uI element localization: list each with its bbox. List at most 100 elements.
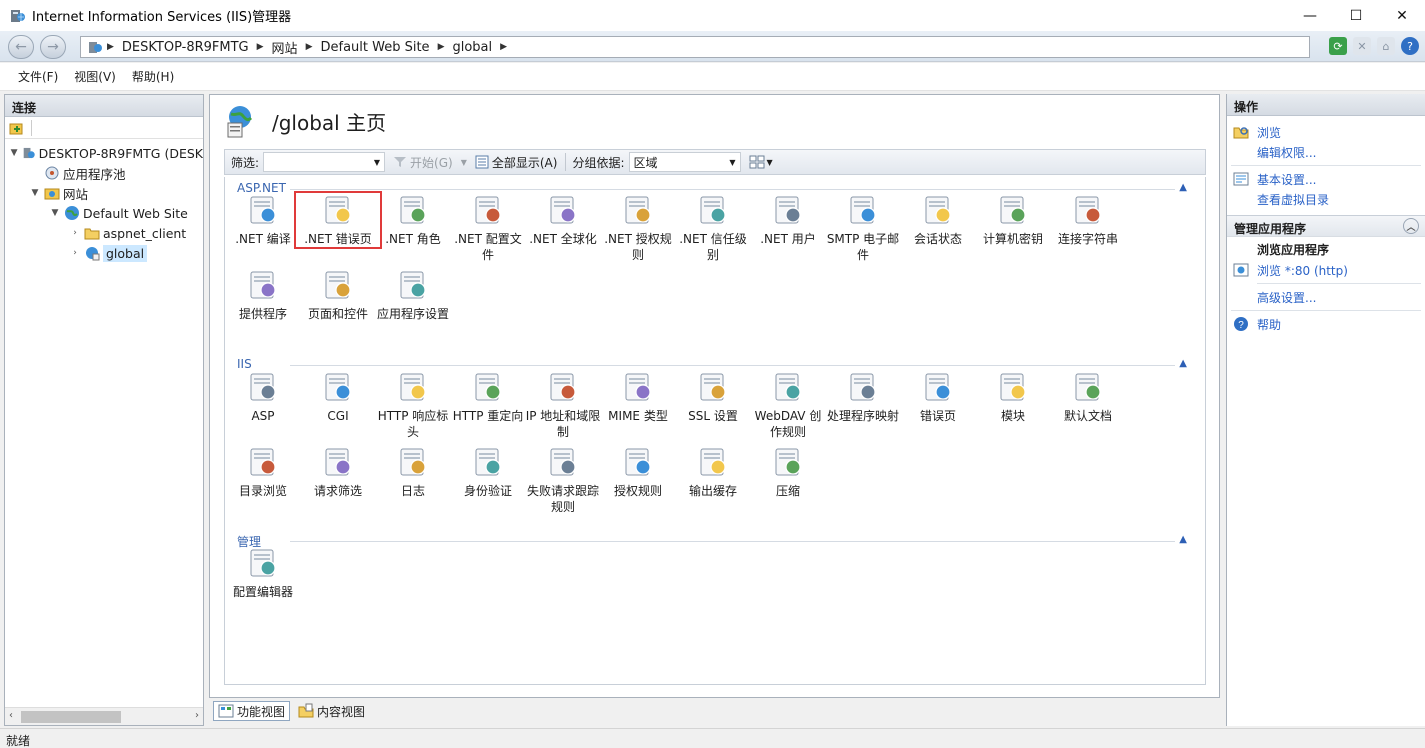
view-virtual-dirs-link[interactable]: 查看虚拟目录 (1227, 189, 1425, 209)
feature-item[interactable]: 错误页 (900, 370, 976, 424)
feature-item[interactable]: 压缩 (750, 445, 826, 499)
filter-toolbar: 筛选: ▼ 开始(G) ▼ 全部显示(A) 分组依据: 区域 ▼ ▼ (224, 149, 1206, 175)
edit-permissions-link[interactable]: 编辑权限... (1227, 142, 1425, 162)
feature-label: 输出缓存 (688, 484, 737, 498)
feature-label: .NET 全球化 (529, 232, 597, 246)
expand-icon[interactable]: ▼ (29, 188, 41, 198)
feature-label: 计算机密钥 (982, 232, 1043, 246)
feature-item[interactable]: HTTP 重定向 (450, 370, 526, 424)
feature-item[interactable]: 授权规则 (600, 445, 676, 499)
breadcrumb[interactable]: ▶ DESKTOP-8R9FMTG ▶ 网站 ▶ Default Web Sit… (80, 36, 1310, 58)
feature-item[interactable]: 计算机密钥 (975, 193, 1051, 247)
feature-item[interactable]: .NET 角色 (375, 193, 451, 247)
feature-item[interactable]: 页面和控件 (300, 268, 376, 322)
scroll-left-icon[interactable]: ‹ (9, 710, 13, 721)
tree-node-server[interactable]: ▼ DESKTOP-8R9FMTG (DESK (5, 143, 203, 163)
feature-item[interactable]: 模块 (975, 370, 1051, 424)
home-icon[interactable]: ⌂ (1377, 37, 1395, 55)
menu-view[interactable]: 视图(V) (66, 68, 124, 85)
feature-item[interactable]: .NET 编译 (225, 193, 301, 247)
feature-item[interactable]: HTTP 响应标头 (375, 370, 451, 440)
feature-item[interactable]: 会话状态 (900, 193, 976, 247)
feature-item[interactable]: 失败请求跟踪规则 (525, 445, 601, 515)
refresh-icon[interactable]: ⟳ (1329, 37, 1347, 55)
menu-file[interactable]: 文件(F) (10, 68, 66, 85)
collapse-group-icon[interactable]: ▲ (1179, 358, 1187, 369)
basic-settings-link[interactable]: 基本设置... (1227, 169, 1425, 189)
help-link[interactable]: ? 帮助 (1227, 314, 1425, 334)
http-headers-icon (400, 373, 426, 401)
scroll-right-icon[interactable]: › (195, 710, 199, 721)
features-view-tab[interactable]: 功能视图 (213, 701, 291, 721)
authentication-icon (475, 448, 501, 476)
feature-item[interactable]: 配置编辑器 (225, 546, 301, 600)
scrollbar-thumb[interactable] (21, 711, 121, 723)
net-users-icon (775, 196, 801, 224)
feature-item[interactable]: WebDAV 创作规则 (750, 370, 826, 440)
browse-port-80-link[interactable]: 浏览 *:80 (http) (1227, 260, 1425, 280)
tree-horizontal-scrollbar[interactable]: ‹ › (5, 707, 203, 725)
feature-label: .NET 授权规则 (604, 232, 672, 262)
feature-item[interactable]: 请求筛选 (300, 445, 376, 499)
collapse-group-icon[interactable]: ▲ (1179, 182, 1187, 193)
expand-icon[interactable]: ▼ (9, 148, 19, 158)
tree-node-global[interactable]: › global (5, 243, 203, 263)
tree-node-default-web-site[interactable]: ▼ Default Web Site (5, 203, 203, 223)
crumb-default-web-site[interactable]: Default Web Site (320, 40, 429, 55)
manage-application-section[interactable]: 管理应用程序 ︿ (1227, 215, 1425, 237)
feature-item[interactable]: 日志 (375, 445, 451, 499)
feature-item[interactable]: 处理程序映射 (825, 370, 901, 424)
feature-item[interactable]: 应用程序设置 (375, 268, 451, 322)
feature-item[interactable]: IP 地址和域限制 (525, 370, 601, 440)
menu-help[interactable]: 帮助(H) (124, 68, 182, 85)
feature-item[interactable]: SMTP 电子邮件 (825, 193, 901, 263)
crumb-server[interactable]: DESKTOP-8R9FMTG (122, 40, 249, 55)
actions-header: 操作 (1227, 94, 1425, 116)
collapse-icon[interactable]: › (69, 228, 81, 238)
feature-item[interactable]: MIME 类型 (600, 370, 676, 424)
minimize-button[interactable]: — (1287, 0, 1333, 31)
tree-node-sites[interactable]: ▼ 网站 (5, 183, 203, 203)
feature-item[interactable]: .NET 信任级别 (675, 193, 751, 263)
group-header-1: IIS (237, 357, 252, 371)
feature-item[interactable]: ASP (225, 370, 301, 424)
tree-node-aspnet-client[interactable]: › aspnet_client (5, 223, 203, 243)
feature-item[interactable]: 输出缓存 (675, 445, 751, 499)
collapse-icon[interactable]: › (69, 248, 81, 258)
feature-item[interactable]: .NET 配置文件 (450, 193, 526, 263)
start-filter-button[interactable]: 开始(G) ▼ (393, 154, 467, 171)
feature-item[interactable]: 目录浏览 (225, 445, 301, 499)
group-by-select[interactable]: 区域 ▼ (628, 152, 741, 172)
close-button[interactable]: ✕ (1379, 0, 1425, 31)
back-button[interactable]: ← (8, 35, 34, 59)
tree-label: global (103, 244, 148, 262)
feature-item[interactable]: 身份验证 (450, 445, 526, 499)
new-connection-icon[interactable] (9, 120, 25, 136)
crumb-sites[interactable]: 网站 (272, 38, 298, 57)
collapse-group-icon[interactable]: ▲ (1179, 534, 1187, 545)
feature-item[interactable]: 默认文档 (1050, 370, 1126, 424)
filter-input[interactable]: ▼ (263, 152, 386, 172)
advanced-settings-link[interactable]: 高级设置... (1227, 287, 1425, 307)
view-mode-button[interactable]: ▼ (749, 155, 773, 169)
explore-link[interactable]: 浏览 (1227, 122, 1425, 142)
dropdown-arrow-icon: ▼ (373, 157, 381, 167)
forward-button[interactable]: → (40, 35, 66, 59)
feature-item[interactable]: SSL 设置 (675, 370, 751, 424)
feature-item[interactable]: .NET 用户 (750, 193, 826, 247)
collapse-chevron-icon[interactable]: ︿ (1403, 218, 1419, 234)
feature-item[interactable]: 提供程序 (225, 268, 301, 322)
feature-item[interactable]: 连接字符串 (1050, 193, 1126, 247)
crumb-global[interactable]: global (452, 40, 492, 55)
content-view-tab[interactable]: 内容视图 (294, 701, 369, 721)
maximize-button[interactable]: ☐ (1333, 0, 1379, 31)
stop-icon[interactable]: ✕ (1353, 37, 1371, 55)
feature-item[interactable]: .NET 全球化 (525, 193, 601, 247)
expand-icon[interactable]: ▼ (49, 208, 61, 218)
feature-item[interactable]: .NET 授权规则 (600, 193, 676, 263)
help-icon[interactable]: ? (1401, 37, 1419, 55)
tree-node-app-pools[interactable]: 应用程序池 (5, 163, 203, 183)
app-pool-icon (45, 166, 59, 180)
feature-item[interactable]: CGI (300, 370, 376, 424)
show-all-button[interactable]: 全部显示(A) (475, 154, 557, 171)
